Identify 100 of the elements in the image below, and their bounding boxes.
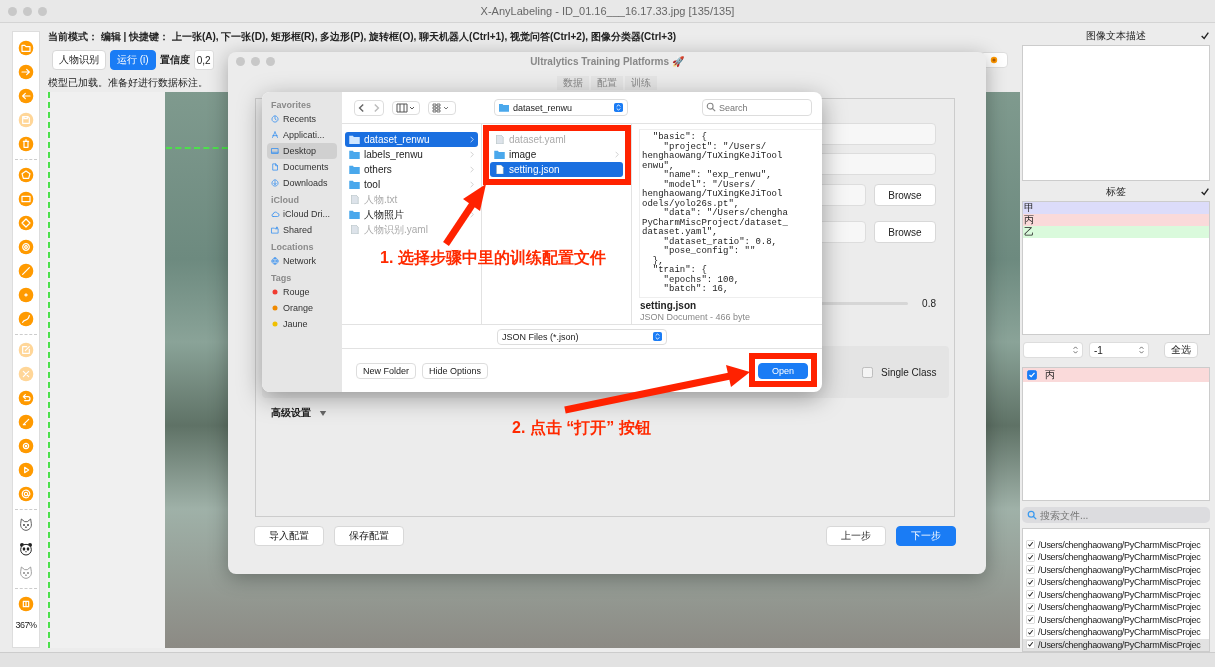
- chevron-icon: [470, 181, 474, 188]
- checkbox[interactable]: [1026, 602, 1035, 612]
- checkbox[interactable]: [1026, 552, 1035, 562]
- cat-face-icon[interactable]: [18, 565, 34, 581]
- file-item[interactable]: /Users/chenghaowang/PyCharmMiscProjec: [1023, 638, 1209, 651]
- checkbox[interactable]: [1026, 577, 1035, 587]
- search-field[interactable]: Search: [702, 99, 812, 116]
- at-sign-icon[interactable]: [18, 486, 34, 502]
- undo-icon[interactable]: [18, 390, 34, 406]
- arrow-left-icon[interactable]: [18, 88, 34, 104]
- shape-item[interactable]: 丙: [1023, 368, 1209, 382]
- group-button[interactable]: [428, 100, 456, 115]
- document-icon: [349, 225, 360, 234]
- folder-icon: [349, 150, 360, 159]
- file-item[interactable]: /Users/chenghaowang/PyCharmMiscProjec: [1023, 588, 1209, 601]
- checkmark-icon[interactable]: [1200, 187, 1210, 197]
- curve-icon[interactable]: [18, 311, 34, 327]
- file-browser-item[interactable]: dataset_renwu: [345, 132, 478, 147]
- sidebar-item[interactable]: iCloud Dri...: [267, 206, 337, 222]
- next-button[interactable]: 下一步: [896, 526, 956, 546]
- section-toggle[interactable]: 高级设置: [271, 406, 311, 420]
- file-item[interactable]: /Users/chenghaowang/PyCharmMiscProjec: [1023, 601, 1209, 614]
- select-all-button[interactable]: 全选: [1164, 342, 1198, 358]
- sidebar-item[interactable]: Recents: [267, 111, 337, 127]
- label-item[interactable]: 乙: [1023, 226, 1209, 238]
- sidebar-item[interactable]: Documents: [267, 159, 337, 175]
- stepper-icon: [1073, 346, 1078, 354]
- file-item[interactable]: /Users/chenghaowang/PyCharmMiscProjec: [1023, 563, 1209, 576]
- browse-button[interactable]: Browse: [874, 184, 936, 206]
- circle-icon[interactable]: [18, 239, 34, 255]
- trash-icon[interactable]: [18, 136, 34, 152]
- file-item[interactable]: /Users/chenghaowang/PyCharmMiscProjec: [1023, 576, 1209, 589]
- navigation-buttons[interactable]: [354, 99, 384, 116]
- checkbox[interactable]: [1026, 615, 1035, 625]
- checkbox-label: Single Class: [881, 366, 937, 378]
- tag-dot-icon: [270, 319, 280, 329]
- download-icon: [270, 178, 280, 188]
- sidebar-item[interactable]: Jaune: [267, 316, 337, 332]
- file-browser-item[interactable]: labels_renwu: [345, 147, 478, 162]
- location-dropdown[interactable]: dataset_renwu: [494, 99, 628, 116]
- checkbox[interactable]: [1027, 370, 1037, 380]
- label-item[interactable]: 甲: [1023, 202, 1209, 214]
- file-browser-item[interactable]: 人物照片: [345, 207, 478, 222]
- highlight-frame: [749, 353, 817, 387]
- sidebar-item[interactable]: Desktop: [267, 143, 337, 159]
- caret-icon[interactable]: [319, 410, 327, 416]
- sidebar-item[interactable]: Rouge: [267, 284, 337, 300]
- file-type-dropdown[interactable]: JSON Files (*.json): [497, 328, 667, 345]
- dot-icon[interactable]: [18, 287, 34, 303]
- file-search-field[interactable]: 搜索文件...: [1022, 507, 1210, 523]
- checkbox[interactable]: [1026, 540, 1035, 550]
- file-item[interactable]: /Users/chenghaowang/PyCharmMiscProjec: [1023, 551, 1209, 564]
- sidebar-item[interactable]: Downloads: [267, 175, 337, 191]
- spin-box[interactable]: [1024, 343, 1082, 357]
- file-browser-item[interactable]: image: [490, 147, 623, 162]
- checkbox[interactable]: [1026, 565, 1035, 575]
- file-path: /Users/chenghaowang/PyCharmMiscProjec: [1038, 639, 1201, 650]
- folder-icon: [499, 103, 509, 112]
- run-button[interactable]: 运行 (i): [110, 50, 156, 70]
- cat-face-icon[interactable]: [18, 517, 34, 533]
- arrow-right-icon[interactable]: [18, 64, 34, 80]
- checkbox[interactable]: [1026, 590, 1035, 600]
- file-browser-item[interactable]: tool: [345, 177, 478, 192]
- target-icon[interactable]: [18, 438, 34, 454]
- file-item[interactable]: /Users/chenghaowang/PyCharmMiscProjec: [1023, 613, 1209, 626]
- dialog-title: Ultralytics Training Platforms 🚀: [530, 55, 684, 67]
- sidebar-item[interactable]: Orange: [267, 300, 337, 316]
- dialog-button[interactable]: Hide Options: [422, 362, 489, 379]
- status-message: 模型已加载。准备好进行数据标注。: [48, 76, 208, 90]
- play-icon[interactable]: [18, 462, 34, 478]
- back-button[interactable]: 上一步: [826, 526, 886, 546]
- folder-icon: [494, 150, 505, 159]
- browse-button[interactable]: Browse: [874, 221, 936, 243]
- checkbox[interactable]: [1026, 640, 1035, 650]
- diamond-icon[interactable]: [18, 215, 34, 231]
- sidebar-item[interactable]: Network: [267, 253, 337, 269]
- config-button[interactable]: 保存配置: [334, 526, 404, 546]
- brush-icon[interactable]: [18, 414, 34, 430]
- label-item[interactable]: 丙: [1023, 214, 1209, 226]
- config-button[interactable]: 导入配置: [254, 526, 324, 546]
- file-path: /Users/chenghaowang/PyCharmMiscProjec: [1038, 539, 1201, 550]
- checkmark-icon[interactable]: [1200, 31, 1210, 41]
- chevron-icon: [615, 151, 619, 158]
- file-item[interactable]: /Users/chenghaowang/PyCharmMiscProjec: [1023, 626, 1209, 639]
- panda-face-icon[interactable]: [18, 541, 34, 557]
- spin-box[interactable]: -1: [1090, 343, 1148, 357]
- checkbox[interactable]: [862, 366, 873, 378]
- file-item[interactable]: /Users/chenghaowang/PyCharmMiscProjec: [1023, 538, 1209, 551]
- sidebar-item[interactable]: Shared: [267, 222, 337, 238]
- open-button[interactable]: Open: [758, 362, 808, 379]
- model-button[interactable]: 人物识别: [52, 50, 106, 70]
- confidence-field[interactable]: 0,2: [193, 50, 214, 70]
- checkbox[interactable]: [1026, 627, 1035, 637]
- view-mode-button[interactable]: [392, 100, 420, 115]
- folder-icon[interactable]: [18, 40, 34, 56]
- instruction-caption: 2. 点击 “打开” 按钮: [512, 418, 651, 438]
- dialog-button[interactable]: New Folder: [356, 362, 416, 379]
- sidebar-item[interactable]: Applicati...: [267, 127, 337, 143]
- file-browser-item[interactable]: others: [345, 162, 478, 177]
- file-browser-item[interactable]: setting.json: [490, 162, 623, 177]
